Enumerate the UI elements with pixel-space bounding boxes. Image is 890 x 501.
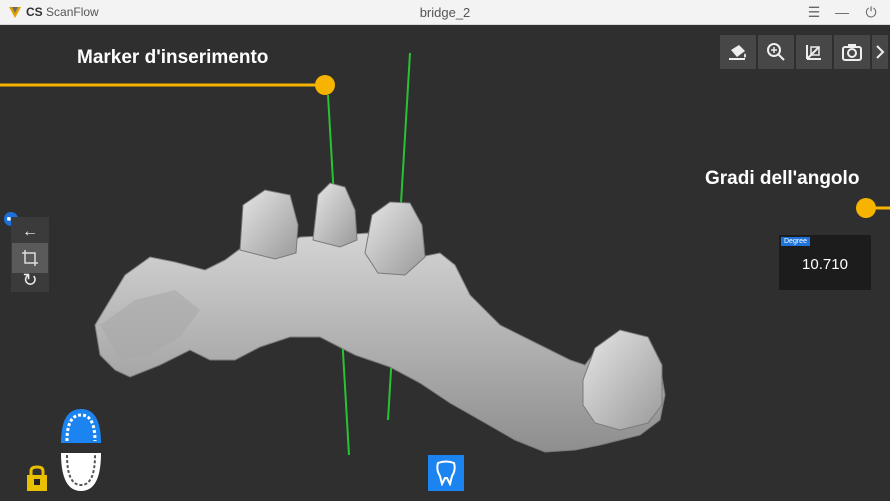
axes-icon xyxy=(806,45,821,60)
bucket-tool-button[interactable] xyxy=(720,35,756,69)
camera-icon xyxy=(842,44,862,61)
callout-dot-angle xyxy=(856,198,876,218)
tooth-mode-button[interactable] xyxy=(428,455,464,491)
callout-dot-insertion xyxy=(315,75,335,95)
minimize-button[interactable]: — xyxy=(831,2,853,22)
view-toolbar xyxy=(720,35,888,69)
rotate-button[interactable]: ↻ xyxy=(12,267,48,293)
menu-icon: ☰ xyxy=(807,3,821,20)
app-name: CS ScanFlow xyxy=(26,5,99,19)
menu-button[interactable]: ☰ xyxy=(803,2,825,22)
bucket-icon xyxy=(729,45,746,60)
power-button[interactable]: ⏻ xyxy=(860,2,882,22)
zoom-fit-button[interactable] xyxy=(758,35,794,69)
power-icon: ⏻ xyxy=(865,3,877,20)
lock-icon[interactable] xyxy=(25,465,51,493)
back-arrow-icon: ← xyxy=(22,223,38,240)
degree-readout: Degree 10.710 xyxy=(779,235,871,290)
app-logo-icon xyxy=(9,7,21,18)
toolbar-expand-button[interactable] xyxy=(872,35,888,69)
degree-value: 10.710 xyxy=(802,256,848,273)
minimize-icon: — xyxy=(835,4,849,20)
side-tool-panel: ← ↻ xyxy=(11,217,49,292)
axes-view-button[interactable] xyxy=(796,35,832,69)
document-title: bridge_2 xyxy=(419,5,471,20)
angle-degrees-label: Gradi dell'angolo xyxy=(705,168,860,189)
crop-icon xyxy=(22,250,38,266)
chevron-right-icon xyxy=(876,45,885,59)
scan-scene xyxy=(0,52,890,456)
jaw-selector-icon[interactable] xyxy=(55,405,107,495)
3d-viewport[interactable]: Marker d'inserimento Gradi dell'angolo ■… xyxy=(0,25,890,501)
zoom-icon xyxy=(767,43,785,61)
rotate-icon: ↻ xyxy=(22,269,38,290)
tooth-icon xyxy=(436,460,456,486)
title-bar: CS ScanFlow bridge_2 ☰ — ⏻ xyxy=(0,0,890,25)
degree-tag: Degree xyxy=(781,237,810,246)
dental-scan-model[interactable] xyxy=(94,182,666,453)
insertion-marker-label: Marker d'inserimento xyxy=(77,47,269,68)
screenshot-button[interactable] xyxy=(834,35,870,69)
